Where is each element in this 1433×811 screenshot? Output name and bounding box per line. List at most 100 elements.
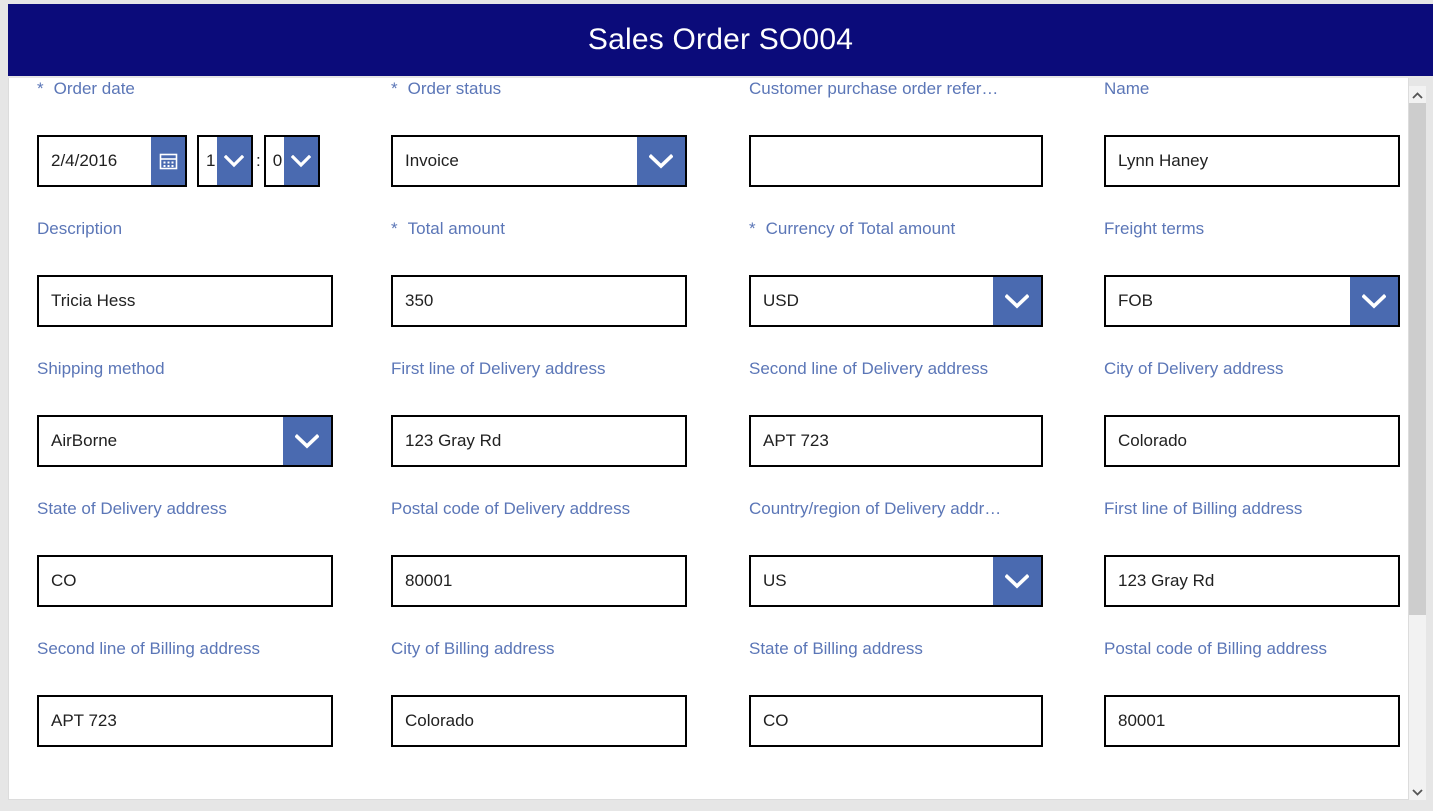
chevron-down-icon[interactable] (217, 137, 251, 185)
label-text: Second line of Delivery address (749, 359, 989, 378)
label-total-amount: * Total amount (391, 218, 691, 240)
chevron-down-icon (1412, 783, 1423, 801)
chevron-down-icon[interactable] (283, 137, 318, 185)
input-customer-purchase-order-refer[interactable] (749, 135, 1043, 187)
label-second-line-of-billing-address: Second line of Billing address (37, 638, 337, 660)
scrollbar-track[interactable] (1409, 615, 1426, 783)
input-state-of-delivery-address[interactable]: CO (37, 555, 333, 607)
dropdown-freight-terms[interactable]: FOB (1104, 275, 1400, 327)
label-order-date: * Order date (37, 78, 337, 100)
value-text: 80001 (405, 571, 453, 590)
label-shipping-method: Shipping method (37, 358, 337, 380)
input-description[interactable]: Tricia Hess (37, 275, 333, 327)
value-text: 80001 (1118, 711, 1166, 730)
chevron-down-icon[interactable] (283, 417, 331, 465)
chevron-down-icon[interactable] (637, 137, 685, 185)
field-country-region-of-delivery-addr: Country/region of Delivery addr… US (749, 498, 1049, 607)
value-text: CO (763, 711, 789, 730)
dropdown-country-region-of-delivery-addr[interactable]: US (749, 555, 1043, 607)
label-text: Postal code of Billing address (1104, 639, 1328, 658)
input-second-line-of-billing-address[interactable]: APT 723 (37, 695, 333, 747)
form-row: State of Delivery address CO Postal code o… (9, 498, 1408, 638)
label-text: City of Delivery address (1104, 359, 1284, 378)
input-postal-code-of-delivery-address[interactable]: 80001 (391, 555, 687, 607)
date-value: 2/4/2016 (51, 151, 118, 170)
label-customer-purchase-order-refer: Customer purchase order refer… (749, 78, 1049, 100)
scrollbar-down-arrow[interactable] (1409, 783, 1426, 800)
required-marker: * (749, 219, 756, 238)
input-postal-code-of-billing-address[interactable]: 80001 (1104, 695, 1400, 747)
scrollbar-up-arrow[interactable] (1409, 86, 1426, 103)
page-title: Sales Order SO004 (587, 23, 854, 56)
label-text: City of Billing address (391, 639, 555, 658)
chevron-down-icon[interactable] (993, 277, 1041, 325)
value-text: AirBorne (51, 431, 118, 450)
chevron-down-icon[interactable] (993, 557, 1041, 605)
field-city-of-billing-address: City of Billing address Colorado (391, 638, 691, 747)
value-text: Colorado (405, 711, 474, 730)
input-total-amount[interactable]: 350 (391, 275, 687, 327)
value-text: APT 723 (51, 711, 117, 730)
input-city-of-billing-address[interactable]: Colorado (391, 695, 687, 747)
label-order-status: * Order status (391, 78, 691, 100)
label-text: Customer purchase order refer… (749, 79, 999, 98)
chevron-down-icon[interactable] (1350, 277, 1398, 325)
dropdown-shipping-method[interactable]: AirBorne (37, 415, 333, 467)
label-currency-of-total-amount: * Currency of Total amount (749, 218, 1049, 240)
value-text: US (763, 571, 787, 590)
label-name: Name (1104, 78, 1404, 100)
hour-dropdown[interactable]: 1 (197, 135, 253, 187)
field-city-of-delivery-address: City of Delivery address Colorado (1104, 358, 1404, 467)
value-text: Invoice (405, 151, 459, 170)
label-city-of-delivery-address: City of Delivery address (1104, 358, 1404, 380)
form-row: Shipping method AirBorne First line of Del… (9, 358, 1408, 498)
field-description: Description Tricia Hess (37, 218, 337, 327)
input-name[interactable]: Lynn Haney (1104, 135, 1400, 187)
field-currency-of-total-amount: * Currency of Total amount USD (749, 218, 1049, 327)
date-input[interactable]: 2/4/2016 (37, 135, 187, 187)
label-text: Name (1104, 79, 1150, 98)
field-total-amount: * Total amount 350 (391, 218, 691, 327)
value-text: 123 Gray Rd (405, 431, 502, 450)
form-row: Description Tricia Hess * Total amount 350 * C… (9, 218, 1408, 358)
required-marker: * (391, 79, 398, 98)
field-second-line-of-delivery-address: Second line of Delivery address APT 723 (749, 358, 1049, 467)
input-state-of-billing-address[interactable]: CO (749, 695, 1043, 747)
value-text: Colorado (1118, 431, 1187, 450)
field-postal-code-of-delivery-address: Postal code of Delivery address 80001 (391, 498, 691, 607)
calendar-icon[interactable] (151, 137, 185, 185)
label-postal-code-of-billing-address: Postal code of Billing address (1104, 638, 1404, 660)
time-separator: : (256, 151, 261, 170)
label-state-of-billing-address: State of Billing address (749, 638, 1049, 660)
label-text: Order date (53, 79, 135, 98)
label-text: First line of Billing address (1104, 499, 1303, 518)
dropdown-currency-of-total-amount[interactable]: USD (749, 275, 1043, 327)
required-marker: * (391, 219, 398, 238)
field-second-line-of-billing-address: Second line of Billing address APT 723 (37, 638, 337, 747)
field-order-date: * Order date 2/4/2016 1:0 (37, 78, 337, 187)
form-content-panel: * Order date 2/4/2016 1:0 * Order status Invoi… (8, 78, 1409, 800)
label-freight-terms: Freight terms (1104, 218, 1404, 240)
required-marker: * (37, 79, 44, 98)
form-row: Second line of Billing address APT 723 Cit… (9, 638, 1408, 778)
form-row: * Order date 2/4/2016 1:0 * Order status Invoi… (9, 78, 1408, 218)
label-second-line-of-delivery-address: Second line of Delivery address (749, 358, 1049, 380)
label-description: Description (37, 218, 337, 240)
value-text: USD (763, 291, 799, 310)
label-country-region-of-delivery-addr: Country/region of Delivery addr… (749, 498, 1049, 520)
minute-dropdown[interactable]: 0 (263, 135, 320, 187)
label-first-line-of-delivery-address: First line of Delivery address (391, 358, 691, 380)
vertical-scrollbar[interactable] (1409, 86, 1426, 800)
label-first-line-of-billing-address: First line of Billing address (1104, 498, 1404, 520)
input-first-line-of-delivery-address[interactable]: 123 Gray Rd (391, 415, 687, 467)
dropdown-order-status[interactable]: Invoice (391, 135, 687, 187)
input-second-line-of-delivery-address[interactable]: APT 723 (749, 415, 1043, 467)
scrollbar-thumb[interactable] (1409, 103, 1426, 615)
field-shipping-method: Shipping method AirBorne (37, 358, 337, 467)
input-first-line-of-billing-address[interactable]: 123 Gray Rd (1104, 555, 1400, 607)
datetime-group: 2/4/2016 1:0 (37, 135, 320, 187)
label-text: Country/region of Delivery addr… (749, 499, 1002, 518)
label-text: Order status (407, 79, 502, 98)
input-city-of-delivery-address[interactable]: Colorado (1104, 415, 1400, 467)
field-first-line-of-billing-address: First line of Billing address 123 Gray Rd (1104, 498, 1404, 607)
